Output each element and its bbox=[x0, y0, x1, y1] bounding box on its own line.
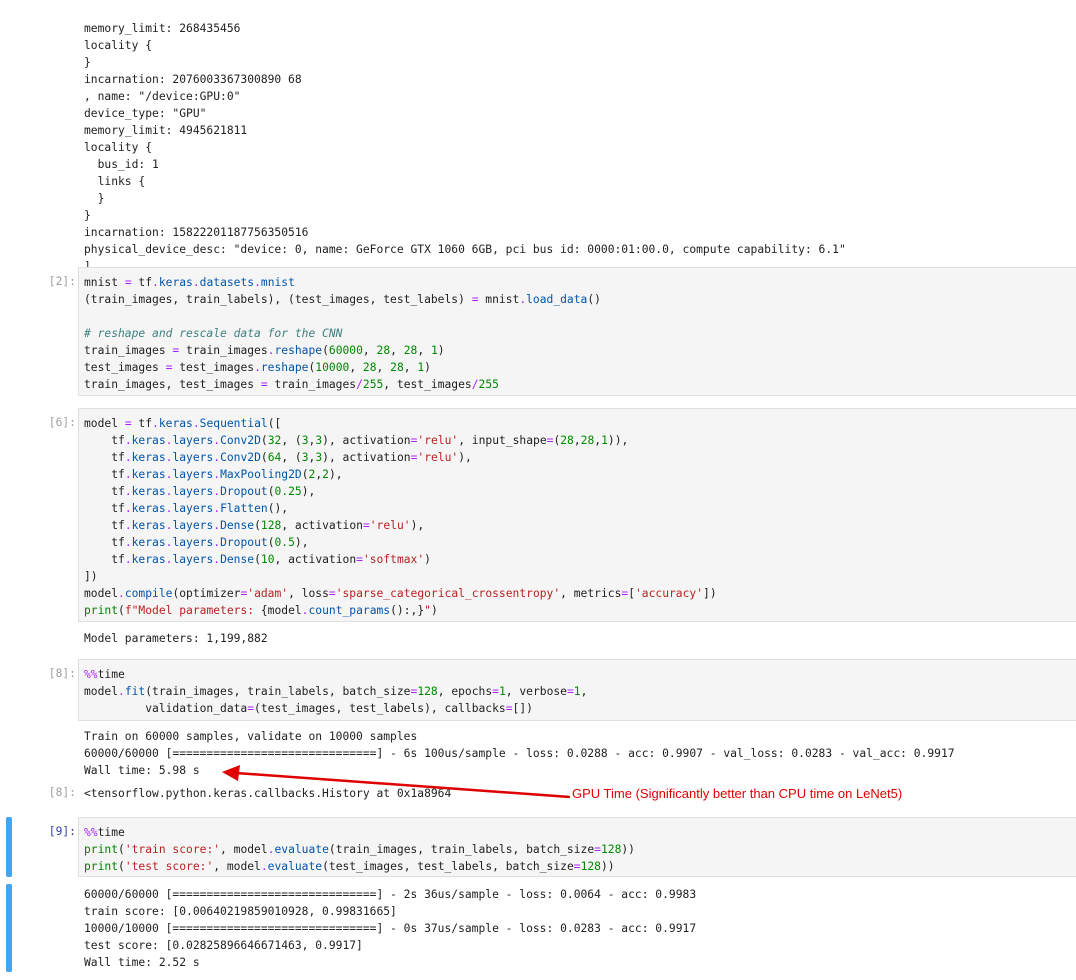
cell-9-stdout: 60000/60000 [===========================… bbox=[84, 886, 696, 971]
cell-prompt-9: [9]: bbox=[48, 825, 76, 838]
output-line: 60000/60000 [===========================… bbox=[84, 888, 697, 901]
annotation-text: GPU Time (Significantly better than CPU … bbox=[572, 786, 903, 801]
output-line: test score: [0.02825896646671463, 0.9917… bbox=[84, 939, 363, 952]
output-line: train score: [0.00640219859010928, 0.998… bbox=[84, 905, 397, 918]
output-line: 10000/10000 [===========================… bbox=[84, 922, 697, 935]
selected-output-indicator bbox=[6, 884, 12, 972]
output-line: Wall time: 2.52 s bbox=[84, 956, 200, 969]
code-cell-9-source[interactable]: %%time print('train score:', model.evalua… bbox=[84, 824, 635, 875]
